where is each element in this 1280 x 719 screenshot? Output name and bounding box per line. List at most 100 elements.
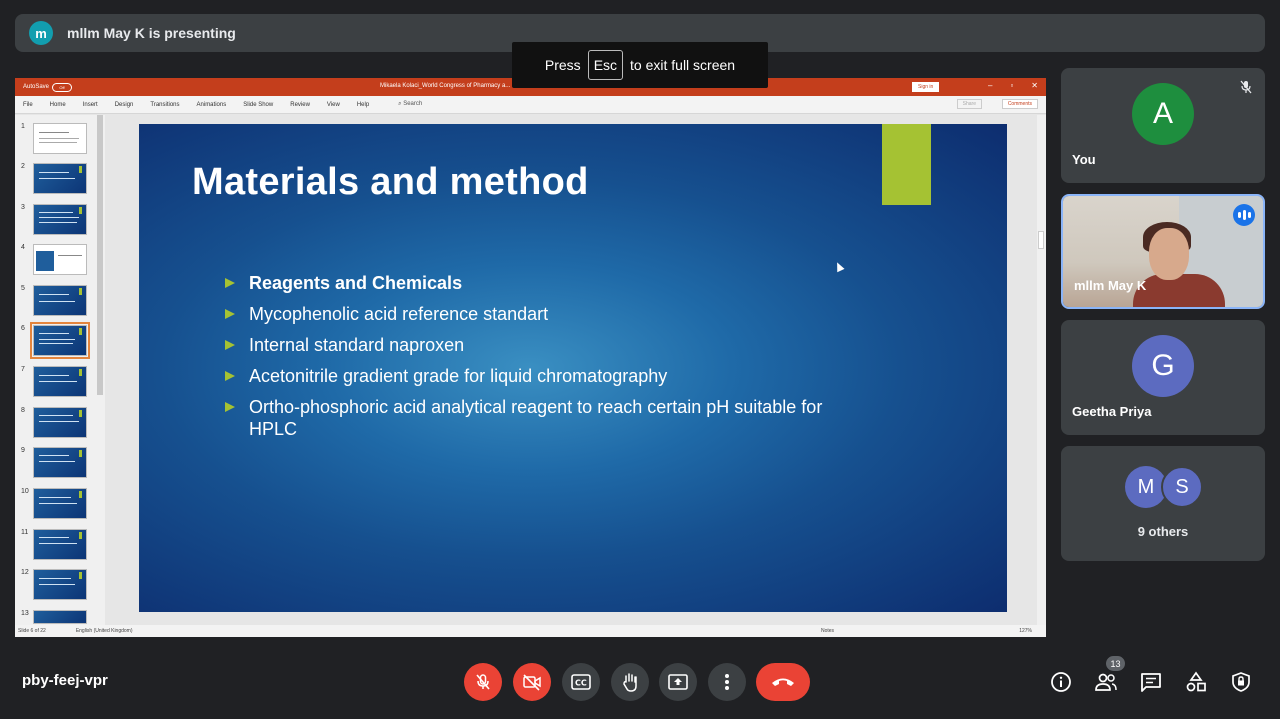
slide-thumbnail: [33, 488, 87, 519]
leave-call-button[interactable]: [756, 663, 810, 701]
thumb-number: 5: [21, 285, 25, 292]
menu-design: Design: [114, 101, 134, 108]
autosave-toggle: AutoSave Off: [23, 82, 73, 92]
camera-toggle-button[interactable]: [513, 663, 551, 701]
slide-title: Materials and method: [192, 161, 589, 203]
status-slide-number: Slide 6 of 22: [18, 628, 46, 634]
more-vert-icon: [725, 674, 729, 690]
menu-insert: Insert: [82, 101, 98, 108]
thumb-number: 2: [21, 163, 25, 170]
bullet-item: Internal standard naproxen: [225, 334, 845, 356]
shared-screen: AutoSave Off Mikaela Kolaci_World Congre…: [15, 78, 1046, 637]
participant-tile-you[interactable]: A You: [1061, 68, 1265, 183]
thumb-number: 3: [21, 204, 25, 211]
participant-avatar: A: [1132, 83, 1194, 145]
slide-thumbnail: [33, 163, 87, 194]
chat-button[interactable]: [1138, 669, 1164, 695]
more-options-button[interactable]: [708, 663, 746, 701]
menu-transitions: Transitions: [150, 101, 180, 108]
meeting-code: pby-feej-vpr: [22, 672, 108, 689]
menu-file: File: [23, 101, 33, 108]
activities-icon: [1186, 671, 1206, 692]
people-button[interactable]: [1093, 669, 1119, 695]
restore-icon: ▫: [1010, 81, 1014, 90]
mic-off-icon: [1239, 80, 1253, 97]
ppt-menu-bar: File Home Insert Design Transitions Anim…: [15, 96, 1046, 114]
slide-editor: Materials and method Reagents and Chemic…: [106, 115, 1036, 625]
presenting-text: mllm May K is presenting: [67, 25, 236, 41]
mic-off-icon: [476, 674, 490, 690]
thumb-number: 13: [21, 610, 29, 617]
hand-icon: [623, 673, 637, 692]
meeting-details-button[interactable]: [1048, 669, 1074, 695]
slide-thumbnail: [33, 366, 87, 397]
slide-thumbnail: [33, 447, 87, 478]
thumb-number: 9: [21, 447, 25, 454]
fullscreen-toast: Press Esc to exit full screen: [512, 42, 768, 88]
slide-thumbnail: [33, 285, 87, 316]
esc-key: Esc: [587, 50, 624, 80]
ppt-share-button: Share: [956, 99, 982, 109]
slide-thumbnail-selected: [30, 322, 90, 359]
slide-scrollbar: [1037, 115, 1046, 625]
people-count-badge: 13: [1106, 656, 1125, 671]
close-icon: ✕: [1031, 81, 1038, 90]
ppt-search: ⌕ Search: [398, 101, 423, 107]
autosave-label: AutoSave: [23, 84, 50, 90]
menu-view: View: [326, 101, 340, 108]
sign-in-button: Sign in: [912, 82, 940, 92]
toast-prefix: Press: [544, 57, 581, 73]
svg-text:CC: CC: [575, 679, 587, 688]
participant-tile-geetha[interactable]: G Geetha Priya: [1061, 320, 1265, 435]
captions-icon: CC: [571, 674, 591, 690]
slide-accent-bar: [882, 124, 931, 205]
raise-hand-button[interactable]: [611, 663, 649, 701]
slide-thumbnail: [33, 529, 87, 560]
menu-review: Review: [290, 101, 310, 108]
menu-help: Help: [356, 101, 370, 108]
slide-thumbnail: [33, 244, 87, 275]
presenter-avatar: m: [29, 21, 53, 45]
menu-slide-show: Slide Show: [243, 101, 274, 108]
slide-thumbnail: [33, 123, 87, 154]
participant-avatar: S: [1161, 466, 1203, 508]
participant-tile-others[interactable]: M S 9 others: [1061, 446, 1265, 561]
thumb-number: 6: [21, 325, 25, 332]
toast-suffix: to exit full screen: [630, 57, 736, 73]
bullet-item: Mycophenolic acid reference standart: [225, 303, 845, 325]
thumb-number: 4: [21, 244, 25, 251]
present-button[interactable]: [659, 663, 697, 701]
window-controls: – ▫ ✕: [988, 81, 1038, 90]
mic-toggle-button[interactable]: [464, 663, 502, 701]
participant-tile-presenter[interactable]: mllm May K: [1061, 194, 1265, 309]
info-icon: [1051, 672, 1071, 692]
status-language: English (United Kingdom): [75, 628, 133, 634]
thumbnail-scrollbar: [97, 115, 103, 395]
thumb-number: 12: [21, 569, 29, 576]
bullet-item: Acetonitrile gradient grade for liquid c…: [225, 365, 845, 387]
captions-button[interactable]: CC: [562, 663, 600, 701]
ppt-status-bar: Slide 6 of 22 English (United Kingdom) N…: [15, 625, 1046, 637]
thumb-number: 11: [21, 529, 29, 536]
thumb-number: 8: [21, 407, 25, 414]
shield-lock-icon: [1232, 672, 1250, 692]
people-icon: [1095, 673, 1117, 691]
end-call-icon: [772, 678, 794, 686]
slide-thumbnail: [33, 569, 87, 600]
status-zoom: 127%: [1019, 628, 1032, 634]
host-controls-button[interactable]: [1228, 669, 1254, 695]
slide-thumbnail: [33, 610, 87, 624]
ppt-search-label: Search: [403, 101, 423, 107]
participant-name: Geetha Priya: [1072, 404, 1152, 419]
slide-thumbnail: [33, 407, 87, 438]
speaking-indicator-icon: [1233, 204, 1255, 226]
autosave-state: Off: [52, 82, 73, 92]
current-slide: Materials and method Reagents and Chemic…: [139, 124, 1007, 612]
participant-name: mllm May K: [1074, 278, 1147, 293]
minimize-icon: –: [988, 81, 993, 90]
present-screen-icon: [668, 674, 688, 690]
thumb-number: 1: [21, 123, 25, 130]
others-label: 9 others: [1137, 524, 1189, 539]
activities-button[interactable]: [1183, 669, 1209, 695]
slide-bullet-list: Reagents and Chemicals Mycophenolic acid…: [225, 272, 845, 449]
